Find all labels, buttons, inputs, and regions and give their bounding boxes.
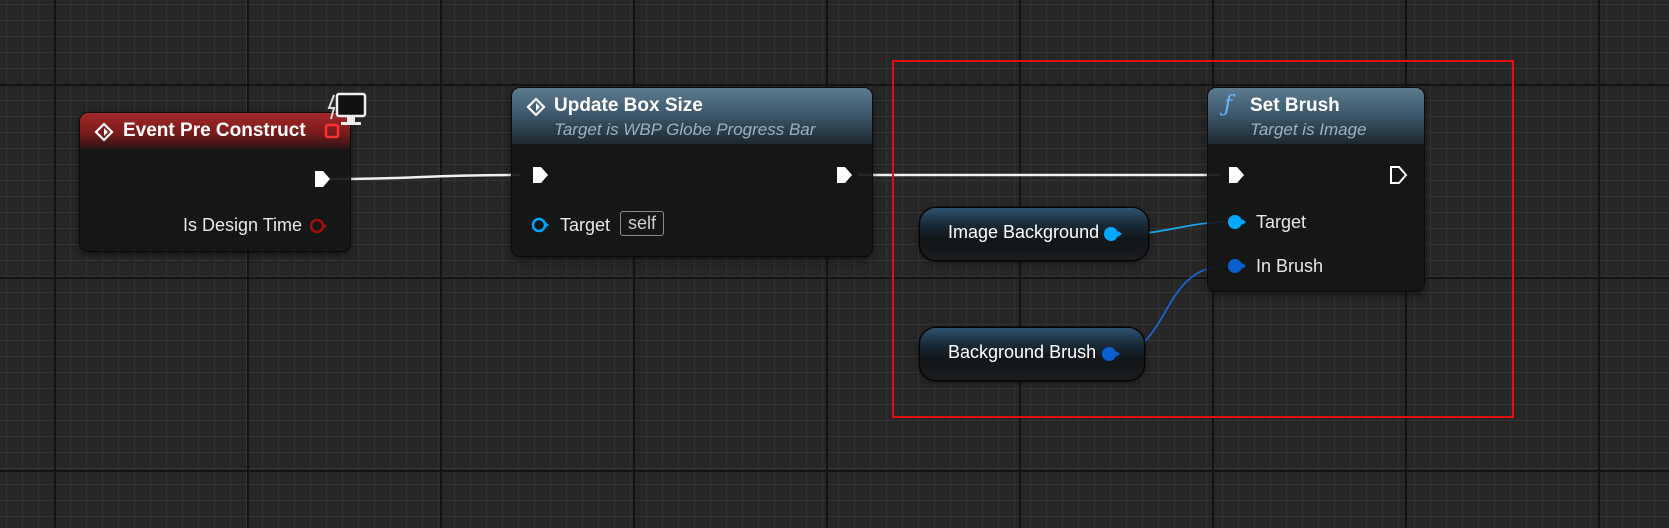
object-input-pin-unconnected[interactable] <box>530 215 550 235</box>
exec-input-pin[interactable] <box>530 165 550 185</box>
bool-output-pin[interactable] <box>308 216 328 236</box>
node-header: Event Pre Construct <box>80 113 350 149</box>
node-subtitle: Target is Image <box>1250 120 1367 139</box>
pin-label-in-brush: In Brush <box>1256 256 1324 276</box>
var-label: Background Brush <box>948 342 1097 362</box>
node-title: Event Pre Construct <box>123 120 306 141</box>
object-output-pin[interactable] <box>1102 224 1122 244</box>
node-title: Set Brush <box>1250 95 1340 116</box>
exec-input-pin[interactable] <box>1226 165 1246 185</box>
node-title: Update Box Size <box>554 95 703 116</box>
node-event-pre-construct[interactable]: Event Pre Construct Is Design Time <box>80 92 367 251</box>
exec-output-pin[interactable] <box>312 169 332 189</box>
var-node-image-background[interactable]: Image Background <box>920 208 1148 260</box>
struct-input-pin[interactable] <box>1226 256 1246 276</box>
event-diamond-icon <box>94 122 114 142</box>
function-f-icon: ƒ <box>1224 92 1233 117</box>
node-header: ƒ Set Brush Target is Image <box>1208 88 1424 144</box>
target-default-value[interactable]: self <box>620 211 665 236</box>
exec-wire-preconstruct-to-updatebox[interactable] <box>329 173 521 181</box>
pin-label-target: Target <box>560 215 611 235</box>
client-monitor-icon <box>327 92 367 125</box>
node-header: Update Box Size Target is WBP Globe Prog… <box>512 88 872 144</box>
node-set-brush[interactable]: ƒ Set Brush Target is Image Target In Br… <box>1208 88 1424 291</box>
object-input-pin[interactable] <box>1226 212 1246 232</box>
node-subtitle: Target is WBP Globe Progress Bar <box>554 120 816 139</box>
pin-label-is-design-time: Is Design Time <box>183 215 303 235</box>
function-diamond-icon <box>526 97 546 117</box>
var-node-background-brush[interactable]: Background Brush <box>920 328 1144 380</box>
struct-output-pin[interactable] <box>1100 344 1120 364</box>
var-label: Image Background <box>948 222 1100 242</box>
pin-label-target: Target <box>1256 212 1307 232</box>
exec-output-pin-unconnected[interactable] <box>1388 165 1408 185</box>
node-update-box-size[interactable]: Update Box Size Target is WBP Globe Prog… <box>512 88 872 256</box>
exec-output-pin[interactable] <box>834 165 854 185</box>
